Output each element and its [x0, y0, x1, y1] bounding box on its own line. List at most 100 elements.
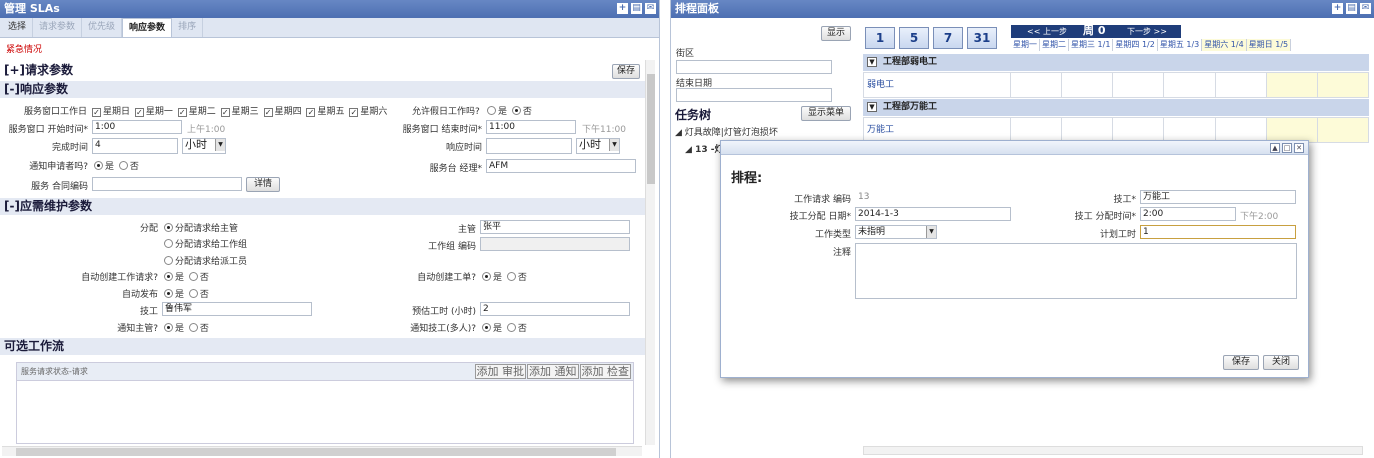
assign-supervisor-radio[interactable] — [164, 223, 173, 232]
checkbox-friday[interactable]: ✓ — [306, 108, 316, 117]
tech-input[interactable]: 鲁伟军 — [162, 302, 312, 316]
close-icon[interactable]: ✕ — [1294, 143, 1304, 153]
response-unit-select[interactable]: 小时 ▼ — [576, 138, 620, 154]
desk-manager-input[interactable]: AFM — [486, 159, 636, 173]
save-button[interactable]: 保存 — [612, 64, 640, 79]
tab-sort[interactable]: 排序 — [172, 18, 204, 37]
contract-code-input[interactable] — [92, 177, 242, 191]
assign-workgroup-radio[interactable] — [164, 239, 173, 248]
add-notify-button[interactable]: 添加 通知 — [527, 364, 579, 379]
add-icon[interactable]: + — [1332, 3, 1343, 14]
auto-create-request-yes-radio[interactable] — [164, 272, 173, 281]
group-header-handyman[interactable]: ▼ 工程部万能工 — [863, 99, 1369, 116]
scrollbar-thumb[interactable] — [16, 448, 616, 456]
collapse-icon[interactable]: ▼ — [867, 102, 877, 112]
schedule-cell[interactable] — [1113, 72, 1165, 98]
response-time-input[interactable] — [486, 138, 572, 154]
auto-create-order-label: 自动创建工单? — [417, 273, 476, 283]
assign-dispatcher-radio[interactable] — [164, 256, 173, 265]
work-type-select[interactable]: 未指明 ▼ — [855, 225, 937, 239]
notify-tech-yes-radio[interactable] — [482, 323, 491, 332]
notify-requester-no-radio[interactable] — [118, 161, 128, 170]
request-params-header[interactable]: [+]请求参数 — [0, 62, 645, 79]
schedule-cell[interactable] — [1317, 72, 1369, 98]
schedule-cell[interactable] — [1317, 117, 1369, 143]
checkbox-wednesday[interactable]: ✓ — [220, 108, 230, 117]
workgroup-code-input[interactable] — [480, 237, 630, 251]
checkbox-thursday[interactable]: ✓ — [263, 108, 273, 117]
complete-time-input[interactable]: 4 — [92, 138, 178, 154]
view-1-day-button[interactable]: 1 — [865, 27, 895, 49]
collapse-icon[interactable]: ▼ — [867, 57, 877, 67]
view-31-day-button[interactable]: 31 — [967, 27, 997, 49]
notify-supervisor-no-radio[interactable] — [188, 323, 198, 332]
tab-priority[interactable]: 优先级 — [82, 18, 123, 37]
schedule-cell[interactable] — [1215, 72, 1267, 98]
maintenance-params-header[interactable]: [-]应需维护参数 — [0, 198, 645, 215]
checkbox-sunday[interactable]: ✓ — [92, 108, 101, 117]
complete-unit-select[interactable]: 小时 ▼ — [182, 138, 226, 154]
prev-week-button[interactable]: << 上一步 — [1027, 25, 1067, 38]
notify-supervisor-yes-radio[interactable] — [164, 323, 173, 332]
street-input[interactable] — [676, 60, 832, 74]
auto-create-order-no-radio[interactable] — [506, 272, 516, 281]
print-icon[interactable]: ▤ — [631, 3, 642, 14]
tech-label: 技工 — [139, 307, 158, 317]
auto-issue-no-radio[interactable] — [188, 289, 198, 298]
auto-create-request-no-radio[interactable] — [188, 272, 198, 281]
checkbox-monday[interactable]: ✓ — [134, 108, 144, 117]
save-button[interactable]: 保存 — [1223, 355, 1259, 370]
view-7-day-button[interactable]: 7 — [933, 27, 963, 49]
mail-icon[interactable]: ✉ — [1360, 3, 1371, 14]
checkbox-saturday[interactable]: ✓ — [349, 108, 359, 117]
tree-item-fault[interactable]: ◢ 灯具故障|灯管灯泡损坏 — [675, 125, 778, 138]
view-5-day-button[interactable]: 5 — [899, 27, 929, 49]
schedule-cell[interactable] — [1011, 72, 1063, 98]
print-icon[interactable]: ▤ — [1346, 3, 1357, 14]
end-date-input[interactable] — [676, 88, 832, 102]
start-time-hint: 上午1:00 — [187, 125, 226, 135]
tree-item-request[interactable]: ◢ 13 -灯 — [685, 142, 723, 155]
horizontal-scrollbar[interactable] — [2, 446, 642, 456]
checkbox-tuesday[interactable]: ✓ — [177, 108, 187, 117]
schedule-cell[interactable] — [1266, 72, 1318, 98]
tech-input[interactable]: 万能工 — [1140, 190, 1296, 204]
next-week-button[interactable]: 下一步 >> — [1127, 25, 1167, 38]
schedule-cell[interactable] — [1164, 72, 1216, 98]
start-time-input[interactable]: 1:00 — [92, 120, 182, 134]
notify-tech-no-radio[interactable] — [506, 323, 516, 332]
planned-hours-input[interactable]: 1 — [1140, 225, 1296, 239]
response-params-header[interactable]: [-]响应参数 — [0, 81, 645, 98]
schedule-cell[interactable] — [1062, 72, 1114, 98]
show-menu-button[interactable]: 显示菜单 — [801, 106, 851, 121]
collapse-icon[interactable]: ▲ — [1270, 143, 1280, 153]
add-check-button[interactable]: 添加 检查 — [579, 364, 631, 379]
add-icon[interactable]: + — [617, 3, 628, 14]
end-time-input[interactable]: 11:00 — [486, 120, 576, 134]
group-header-weak-current[interactable]: ▼ 工程部弱电工 — [863, 54, 1369, 71]
mail-icon[interactable]: ✉ — [645, 3, 656, 14]
est-hours-input[interactable]: 2 — [480, 302, 630, 316]
close-button[interactable]: 关闭 — [1263, 355, 1299, 370]
holiday-yes-radio[interactable] — [487, 106, 496, 115]
tab-response-params[interactable]: 响应参数 — [122, 18, 173, 37]
notify-requester-yes-radio[interactable] — [94, 161, 103, 170]
supervisor-input[interactable]: 张平 — [480, 220, 630, 234]
notes-textarea[interactable] — [855, 243, 1297, 299]
assign-time-input[interactable]: 2:00 — [1140, 207, 1236, 221]
horizontal-scrollbar[interactable] — [863, 446, 1363, 455]
maximize-icon[interactable]: □ — [1282, 143, 1292, 153]
auto-issue-yes-radio[interactable] — [164, 289, 173, 298]
auto-create-order-yes-radio[interactable] — [482, 272, 491, 281]
tab-select[interactable]: 选择 — [2, 18, 34, 37]
holiday-no-radio[interactable] — [511, 106, 521, 115]
assign-date-input[interactable]: 2014-1-3 — [855, 207, 1011, 221]
scrollbar-thumb[interactable] — [647, 74, 655, 184]
detail-button[interactable]: 详情 — [246, 177, 280, 192]
tab-request-params[interactable]: 请求参数 — [33, 18, 83, 37]
row-label[interactable]: 弱电工 — [863, 72, 1011, 98]
manage-slas-window: 管理 SLAs + ▤ ✉ 选择 请求参数 优先级 响应参数 排序 紧急情况 [… — [0, 0, 660, 458]
add-approval-button[interactable]: 添加 审批 — [474, 364, 526, 379]
show-button[interactable]: 显示 — [821, 26, 851, 41]
vertical-scrollbar[interactable] — [645, 60, 655, 445]
